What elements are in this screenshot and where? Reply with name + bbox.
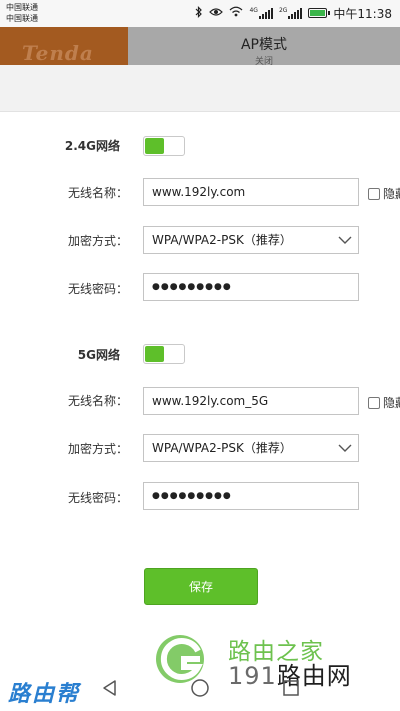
carrier-label-1: 中国联通 — [6, 3, 38, 12]
watermark-left-text: 路由帮 — [8, 682, 81, 707]
hide-ssid-5g[interactable]: 隐藏 — [368, 394, 400, 411]
save-button[interactable]: 保存 — [144, 568, 258, 605]
network-type-2: 2G — [278, 6, 303, 19]
status-bar: 中国联通 中国联通 4G 2G 中午11:38 — [0, 0, 400, 27]
network-type-1: 4G — [249, 6, 273, 19]
security-label-24g: 加密方式： — [67, 234, 128, 248]
wifi-icon — [229, 6, 243, 20]
ssid-label-5g: 无线名称： — [67, 394, 128, 408]
password-input-24g[interactable]: ●●●●●●●●● — [143, 273, 359, 301]
hide-checkbox-24g[interactable] — [368, 187, 380, 200]
app-header: Tenda AP模式 关闭 — [0, 27, 400, 65]
recents-icon[interactable] — [281, 678, 301, 698]
hide-label-24g: 隐藏 — [383, 187, 400, 201]
logo-text: Tenda — [22, 41, 94, 65]
hide-checkbox-5g[interactable] — [368, 396, 380, 409]
security-select-5g[interactable]: WPA/WPA2-PSK（推荐） — [143, 434, 359, 462]
page-subtitle: 关闭 — [254, 57, 273, 65]
hide-label-5g: 隐藏 — [383, 396, 400, 410]
back-icon[interactable] — [100, 678, 120, 698]
header-spacer-bar — [0, 65, 400, 112]
signal-icon-1 — [258, 7, 273, 19]
bluetooth-icon — [195, 5, 203, 21]
toggle-5g-on — [145, 346, 164, 362]
toggle-24g-on — [145, 138, 164, 154]
network-type-1-label: 4G — [249, 6, 258, 14]
password-input-5g[interactable]: ●●●●●●●●● — [143, 482, 359, 510]
password-label-5g: 无线密码： — [67, 491, 128, 505]
security-label-5g: 加密方式： — [67, 442, 128, 456]
section-label-5g: 5G网络 — [77, 348, 120, 362]
clock: 中午11:38 — [333, 6, 392, 21]
security-value-5g: WPA/WPA2-PSK（推荐） — [152, 441, 292, 455]
battery-icon — [308, 8, 331, 18]
tenda-logo: Tenda — [0, 27, 128, 65]
chevron-down-icon — [338, 236, 352, 244]
carrier-label-2: 中国联通 — [6, 14, 38, 23]
status-icons: 4G 2G 中午11:38 — [195, 5, 392, 21]
section-label-24g: 2.4G网络 — [64, 139, 120, 153]
page-title: AP模式 — [240, 37, 288, 53]
signal-icon-2 — [288, 7, 303, 19]
network-type-2-label: 2G — [278, 6, 288, 14]
ssid-label-24g: 无线名称： — [67, 186, 128, 200]
password-label-24g: 无线密码： — [67, 282, 128, 296]
toggle-5g[interactable] — [143, 344, 185, 364]
security-select-24g[interactable]: WPA/WPA2-PSK（推荐） — [143, 226, 359, 254]
ssid-input-24g[interactable]: www.192ly.com — [143, 178, 359, 206]
chevron-down-icon — [338, 444, 352, 452]
ssid-input-5g[interactable]: www.192ly.com_5G — [143, 387, 359, 415]
security-value-24g: WPA/WPA2-PSK（推荐） — [152, 233, 292, 247]
home-icon[interactable] — [190, 678, 210, 698]
hide-ssid-24g[interactable]: 隐藏 — [368, 185, 400, 202]
toggle-24g[interactable] — [143, 136, 185, 156]
eye-icon — [209, 7, 224, 20]
